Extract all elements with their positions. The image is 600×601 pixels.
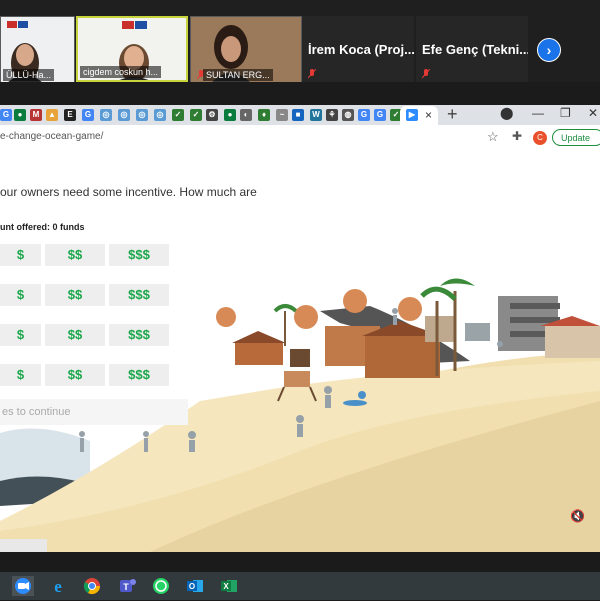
price-high-button[interactable]: $$$ <box>109 364 169 386</box>
extensions-icon[interactable]: ✚ <box>512 129 522 143</box>
participant-name: İrem Koca (Proj... <box>308 42 414 57</box>
tab-favicon[interactable]: W <box>310 109 322 121</box>
price-mid-button[interactable]: $$ <box>45 244 105 266</box>
tab-favicon[interactable]: G <box>0 109 12 121</box>
teams-icon[interactable]: T <box>116 576 138 596</box>
tab-favicon[interactable]: ◎ <box>136 109 148 121</box>
price-low-button[interactable]: $ <box>0 284 41 306</box>
tab-favicon[interactable]: ■ <box>292 109 304 121</box>
participant-tile-4[interactable]: İrem Koca (Proj... <box>302 16 414 82</box>
bookmark-star-icon[interactable]: ☆ <box>487 129 499 145</box>
tab-favicon[interactable]: ⚙ <box>206 109 218 121</box>
muted-mic-icon <box>308 69 316 79</box>
price-high-button[interactable]: $$$ <box>109 324 169 346</box>
excel-icon[interactable]: X <box>218 576 240 596</box>
tab-favicon[interactable]: ✓ <box>190 109 202 121</box>
windows-taskbar: e T O X <box>0 572 600 600</box>
participant-name: Efe Genç (Tekni... <box>422 42 528 57</box>
continue-field[interactable]: es to continue <box>0 399 188 425</box>
price-high-button[interactable]: $$$ <box>109 284 169 306</box>
tab-favicon[interactable]: ~ <box>276 109 288 121</box>
svg-text:O: O <box>189 582 195 591</box>
profile-menu-icon[interactable]: ⬤ <box>500 106 513 120</box>
price-low-button[interactable]: $ <box>0 244 41 266</box>
tab-favicon[interactable]: ⚘ <box>326 109 338 121</box>
price-low-button[interactable]: $ <box>0 364 41 386</box>
restore-button[interactable]: ❐ <box>560 106 571 120</box>
browser-chrome: G ● M ▲ E G ◎ ◎ ◎ ◎ ✓ ✓ ⚙ ● ◐ ♦ ~ ■ W ⚘ … <box>0 104 600 152</box>
tab-favicon[interactable]: ◎ <box>118 109 130 121</box>
outlook-icon[interactable]: O <box>184 576 206 596</box>
tab-favicon[interactable]: ◎ <box>100 109 112 121</box>
participant-name: SULTAN ERG... <box>203 69 273 81</box>
tab-favicon[interactable]: ● <box>14 109 26 121</box>
bottom-button[interactable] <box>0 539 47 552</box>
zoom-participant-strip: ÜLLÜ-Ha... cigdem coskun h... SULTAN ERG… <box>0 0 600 84</box>
active-tab[interactable]: ▶ <box>400 106 438 125</box>
price-mid-button[interactable]: $$ <box>45 324 105 346</box>
zoom-favicon: ▶ <box>406 109 418 121</box>
zoom-divider <box>0 82 600 105</box>
muted-mic-icon <box>422 69 430 79</box>
beach-scene <box>0 278 600 552</box>
internet-explorer-icon[interactable]: e <box>47 576 69 596</box>
new-tab-button[interactable]: + <box>447 104 458 125</box>
address-bar[interactable]: e-change-ocean-game/ ☆ ✚ C Update <box>0 125 600 152</box>
price-low-button[interactable]: $ <box>0 324 41 346</box>
svg-text:e: e <box>54 577 62 596</box>
participant-tile-5[interactable]: Efe Genç (Tekni... <box>416 16 528 82</box>
participant-tile-3[interactable]: SULTAN ERG... <box>190 16 302 84</box>
participant-name: ÜLLÜ-Ha... <box>3 69 55 81</box>
participant-tile-2[interactable]: cigdem coskun h... <box>76 16 188 82</box>
tab-favicon[interactable]: ◍ <box>342 109 354 121</box>
tab-close-icon[interactable]: × <box>425 108 432 122</box>
svg-text:T: T <box>123 582 129 592</box>
tab-favicon[interactable]: ▲ <box>46 109 58 121</box>
participant-tile-1[interactable]: ÜLLÜ-Ha... <box>0 16 75 84</box>
tab-favicon[interactable]: M <box>30 109 42 121</box>
svg-text:X: X <box>223 582 229 591</box>
tab-favicon[interactable]: G <box>358 109 370 121</box>
tab-favicon[interactable]: ♦ <box>258 109 270 121</box>
update-button[interactable]: Update <box>552 129 600 146</box>
tab-strip: G ● M ▲ E G ◎ ◎ ◎ ◎ ✓ ✓ ⚙ ● ◐ ♦ ~ ■ W ⚘ … <box>0 104 600 125</box>
minimize-button[interactable]: — <box>532 106 544 120</box>
tab-favicon[interactable]: E <box>64 109 76 121</box>
tab-favicon[interactable]: G <box>82 109 94 121</box>
tab-favicon[interactable]: ✓ <box>172 109 184 121</box>
question-text: our owners need some incentive. How much… <box>0 185 257 199</box>
tab-favicon[interactable]: ◐ <box>240 109 252 121</box>
mute-icon[interactable]: 🔇 <box>570 509 585 523</box>
next-participants-button[interactable]: › <box>537 38 561 62</box>
price-high-button[interactable]: $$$ <box>109 244 169 266</box>
zoom-icon[interactable] <box>12 576 34 596</box>
whatsapp-icon[interactable] <box>150 576 172 596</box>
game-page: our owners need some incentive. How much… <box>0 151 600 552</box>
close-window-button[interactable]: ✕ <box>588 106 598 120</box>
screen-gap <box>0 552 600 572</box>
tab-favicon[interactable]: G <box>374 109 386 121</box>
chrome-icon[interactable] <box>81 576 103 596</box>
tab-favicon[interactable]: ● <box>224 109 236 121</box>
participant-name: cigdem coskun h... <box>80 66 162 78</box>
chevron-right-icon: › <box>546 42 552 58</box>
profile-avatar[interactable]: C <box>533 131 547 145</box>
price-mid-button[interactable]: $$ <box>45 284 105 306</box>
url-text[interactable]: e-change-ocean-game/ <box>0 131 103 142</box>
tab-favicon[interactable]: ◎ <box>154 109 166 121</box>
amount-offered: unt offered: 0 funds <box>0 222 85 232</box>
price-mid-button[interactable]: $$ <box>45 364 105 386</box>
